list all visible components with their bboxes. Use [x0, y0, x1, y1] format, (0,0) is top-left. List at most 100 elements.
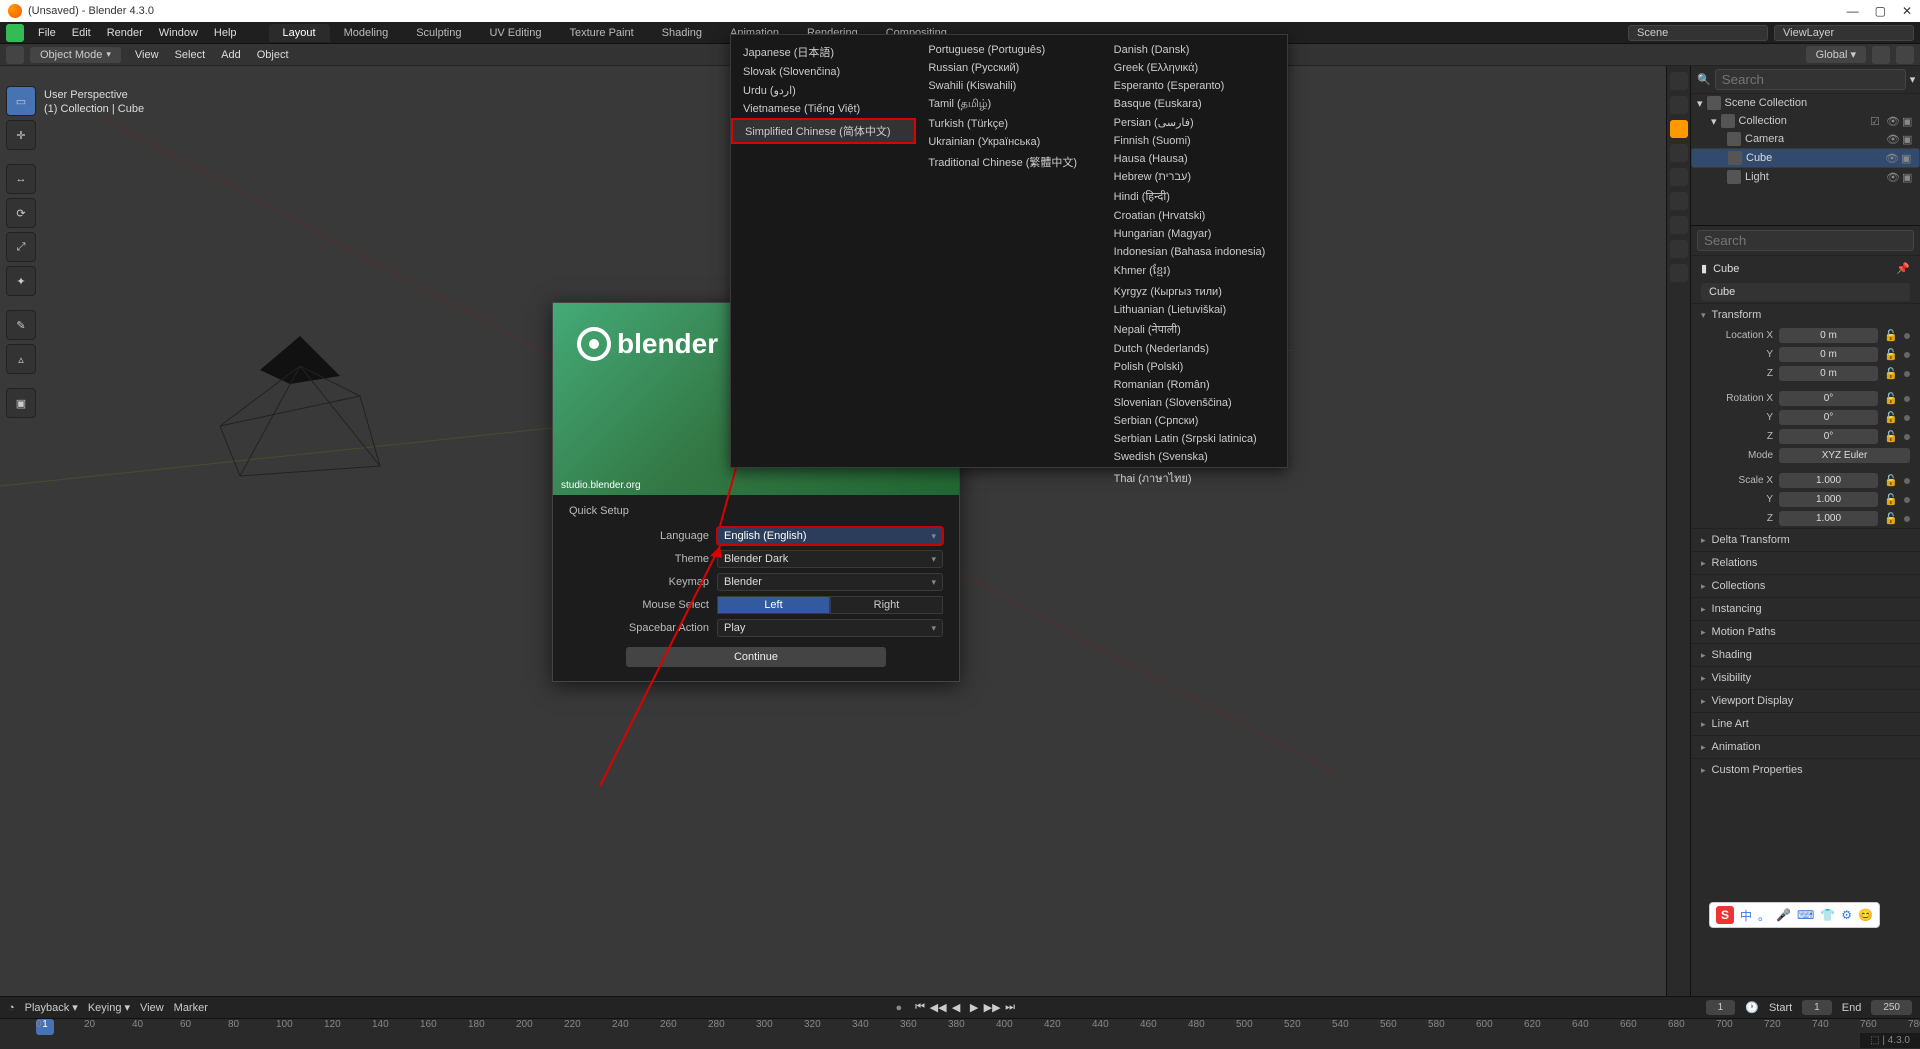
rotate-tool[interactable]: ⟳ — [6, 198, 36, 228]
marker-menu[interactable]: Marker — [174, 1002, 208, 1014]
outliner-search[interactable] — [1715, 69, 1906, 90]
prop-tab-particle[interactable] — [1670, 168, 1688, 186]
ime-keyboard-icon[interactable]: ⌨ — [1797, 908, 1814, 922]
outliner-collection[interactable]: ▾Collection☑👁▣ — [1691, 112, 1920, 130]
panel-relations[interactable]: ▸Relations — [1691, 552, 1920, 574]
workspace-texture-paint[interactable]: Texture Paint — [555, 24, 647, 42]
header-menu-add[interactable]: Add — [213, 47, 249, 63]
lang-option[interactable]: Slovenian (Slovenščina) — [1102, 394, 1287, 412]
lang-option[interactable]: Portuguese (Português) — [916, 41, 1101, 59]
app-icon[interactable] — [6, 24, 24, 42]
jump-start-icon[interactable]: ⏮ — [912, 1000, 928, 1016]
loc-y[interactable]: 0 m — [1779, 347, 1878, 362]
menu-help[interactable]: Help — [206, 24, 245, 42]
current-frame[interactable]: 1 — [1706, 1000, 1736, 1015]
transform-panel[interactable]: ▾Transform — [1691, 304, 1920, 326]
transform-tool[interactable]: ✦ — [6, 266, 36, 296]
header-menu-view[interactable]: View — [127, 47, 167, 63]
language-dropdown[interactable]: Japanese (日本語)Slovak (Slovenčina)Urdu (ا… — [730, 34, 1288, 468]
clock-icon[interactable]: 🕐 — [1745, 1001, 1759, 1014]
maximize-button[interactable]: ▢ — [1875, 4, 1886, 18]
snap-icon[interactable] — [1872, 46, 1890, 64]
lang-option[interactable]: Kyrgyz (Кыргыз тили) — [1102, 283, 1287, 301]
lock-icon[interactable]: 🔓 — [1884, 329, 1898, 342]
workspace-layout[interactable]: Layout — [269, 24, 330, 42]
jump-end-icon[interactable]: ⏭ — [1002, 1000, 1018, 1016]
prop-tab-physics[interactable] — [1670, 192, 1688, 210]
lang-option[interactable]: Indonesian (Bahasa indonesia) — [1102, 243, 1287, 261]
language-select[interactable]: English (English)▾ — [717, 527, 943, 545]
measure-tool[interactable]: ▵ — [6, 344, 36, 374]
continue-button[interactable]: Continue — [626, 647, 886, 667]
lang-option[interactable]: Croatian (Hrvatski) — [1102, 207, 1287, 225]
rot-y[interactable]: 0° — [1779, 410, 1878, 425]
timeline[interactable]: ◔ Playback ▾ Keying ▾ View Marker ● ⏮ ◀◀… — [0, 996, 1920, 1048]
scale-y[interactable]: 1.000 — [1779, 492, 1878, 507]
menu-render[interactable]: Render — [99, 24, 151, 42]
select-tool[interactable]: ▭ — [6, 86, 36, 116]
lang-option[interactable]: Serbian (Српски) — [1102, 412, 1287, 430]
workspace-sculpting[interactable]: Sculpting — [402, 24, 475, 42]
rot-z[interactable]: 0° — [1779, 429, 1878, 444]
mouse-left-button[interactable]: Left — [717, 596, 830, 614]
prop-tab-object[interactable] — [1670, 120, 1688, 138]
keyframe-prev-icon[interactable]: ◀◀ — [930, 1000, 946, 1016]
loc-z[interactable]: 0 m — [1779, 366, 1878, 381]
play-reverse-icon[interactable]: ◀ — [948, 1000, 964, 1016]
prop-tab-modifier[interactable] — [1670, 144, 1688, 162]
lang-option[interactable]: Hebrew (עברית) — [1102, 168, 1287, 186]
panel-custom-properties[interactable]: ▸Custom Properties — [1691, 759, 1920, 781]
scene-field[interactable]: Scene — [1628, 25, 1768, 41]
keyframe-next-icon[interactable]: ▶▶ — [984, 1000, 1000, 1016]
lang-option[interactable]: Ukrainian (Українська) — [916, 133, 1101, 151]
lang-option[interactable]: Greek (Ελληνικά) — [1102, 59, 1287, 77]
panel-visibility[interactable]: ▸Visibility — [1691, 667, 1920, 689]
minimize-button[interactable]: — — [1847, 4, 1859, 18]
lang-option[interactable]: Traditional Chinese (繁體中文) — [916, 151, 1101, 173]
move-tool[interactable]: ↔ — [6, 164, 36, 194]
menu-window[interactable]: Window — [151, 24, 206, 42]
panel-animation[interactable]: ▸Animation — [1691, 736, 1920, 758]
ime-logo-icon[interactable]: S — [1716, 906, 1734, 924]
editor-type-icon[interactable] — [6, 46, 24, 64]
rotation-mode[interactable]: XYZ Euler — [1779, 448, 1910, 463]
lang-option[interactable]: Turkish (Türkçe) — [916, 115, 1101, 133]
lang-option[interactable]: Polish (Polski) — [1102, 358, 1287, 376]
scale-tool[interactable]: ⤢ — [6, 232, 36, 262]
playback-menu[interactable]: Playback ▾ — [25, 1001, 78, 1014]
workspace-shading[interactable]: Shading — [648, 24, 716, 42]
lang-option[interactable]: Hindi (हिन्दी) — [1102, 186, 1287, 207]
prop-tab-output[interactable] — [1670, 96, 1688, 114]
end-frame[interactable]: 250 — [1871, 1000, 1912, 1015]
header-menu-select[interactable]: Select — [167, 47, 214, 63]
panel-instancing[interactable]: ▸Instancing — [1691, 598, 1920, 620]
lang-option[interactable]: Finnish (Suomi) — [1102, 132, 1287, 150]
scale-z[interactable]: 1.000 — [1779, 511, 1878, 526]
mouse-right-button[interactable]: Right — [830, 596, 943, 614]
filter-icon[interactable]: ▾ — [1910, 73, 1916, 86]
autokey-icon[interactable]: ● — [895, 1002, 902, 1014]
outliner-light[interactable]: Light👁▣ — [1691, 168, 1920, 186]
ime-tool-icon[interactable]: ⚙ — [1841, 908, 1852, 922]
orientation-selector[interactable]: Global ▾ — [1806, 46, 1866, 63]
lang-option[interactable]: Persian (فارسی) — [1102, 113, 1287, 132]
workspace-uv-editing[interactable]: UV Editing — [475, 24, 555, 42]
header-menu-object[interactable]: Object — [249, 47, 297, 63]
lang-option[interactable]: Romanian (Român) — [1102, 376, 1287, 394]
close-button[interactable]: ✕ — [1902, 4, 1912, 18]
annotate-tool[interactable]: ✎ — [6, 310, 36, 340]
prop-tab-constraint[interactable] — [1670, 216, 1688, 234]
menu-edit[interactable]: Edit — [64, 24, 99, 42]
panel-viewport-display[interactable]: ▸Viewport Display — [1691, 690, 1920, 712]
lang-option[interactable]: Swedish (Svenska) — [1102, 448, 1287, 466]
lang-option[interactable]: Basque (Euskara) — [1102, 95, 1287, 113]
panel-delta-transform[interactable]: ▸Delta Transform — [1691, 529, 1920, 551]
scale-x[interactable]: 1.000 — [1779, 473, 1878, 488]
menu-file[interactable]: File — [30, 24, 64, 42]
keying-menu[interactable]: Keying ▾ — [88, 1001, 130, 1014]
theme-select[interactable]: Blender Dark▾ — [717, 550, 943, 568]
ime-toolbar[interactable]: S 中 。 🎤 ⌨ 👕 ⚙ 😊 — [1709, 902, 1880, 928]
lang-option[interactable]: Slovak (Slovenčina) — [731, 63, 916, 81]
lang-option[interactable]: Lithuanian (Lietuviškai) — [1102, 301, 1287, 319]
mode-selector[interactable]: Object Mode ▾ — [30, 47, 121, 63]
